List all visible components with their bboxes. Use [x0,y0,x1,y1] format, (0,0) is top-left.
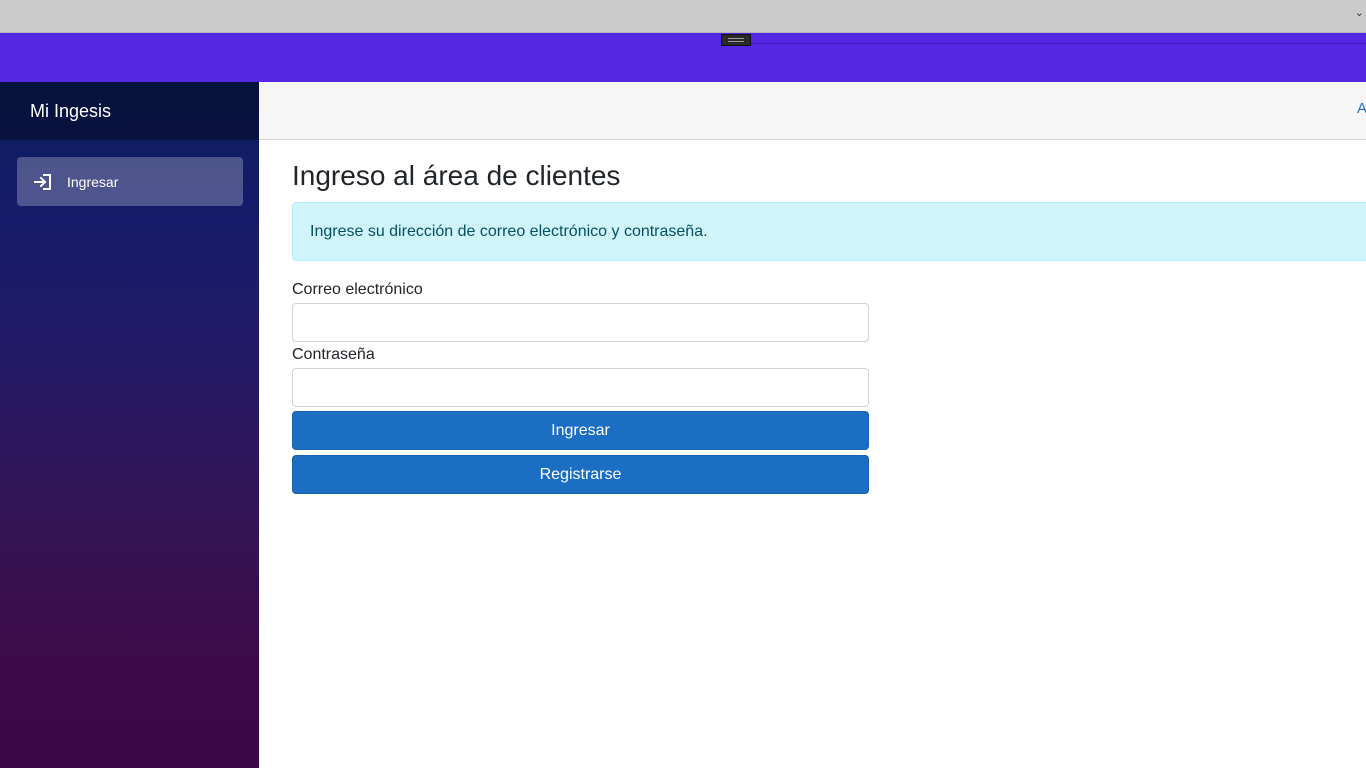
login-arrow-icon [33,172,53,192]
login-button[interactable]: Ingresar [292,411,869,450]
content: Ingreso al área de clientes Ingrese su d… [292,157,1366,494]
password-field[interactable] [292,368,869,407]
password-label: Contraseña [292,346,375,363]
page-title: Ingreso al área de clientes [292,160,621,191]
top-row: About [259,82,1366,140]
drag-handle-icon[interactable] [721,34,751,46]
sidebar: Mi Ingesis Ingresar [0,82,259,768]
info-alert: Ingrese su dirección de correo electróni… [292,202,1366,261]
window-titlebar: ⌄ [0,0,1366,33]
top-color-band [0,33,1366,82]
divider-line [750,43,1366,44]
app-brand[interactable]: Mi Ingesis [30,101,111,122]
email-label: Correo electrónico [292,281,423,298]
alert-text: Ingrese su dirección de correo electróni… [310,222,708,240]
login-form: Correo electrónico Contraseña Ingresar R… [292,280,869,494]
register-button[interactable]: Registrarse [292,455,869,494]
sidebar-item-label: Ingresar [67,173,119,190]
email-field[interactable] [292,303,869,342]
about-link[interactable]: About [1357,100,1366,117]
main-area: About Ingreso al área de clientes Ingres… [259,82,1366,768]
chevron-down-icon[interactable]: ⌄ [1355,6,1364,19]
sidebar-item-ingresar[interactable]: Ingresar [17,157,243,206]
sidebar-brand-row: Mi Ingesis [0,82,259,140]
